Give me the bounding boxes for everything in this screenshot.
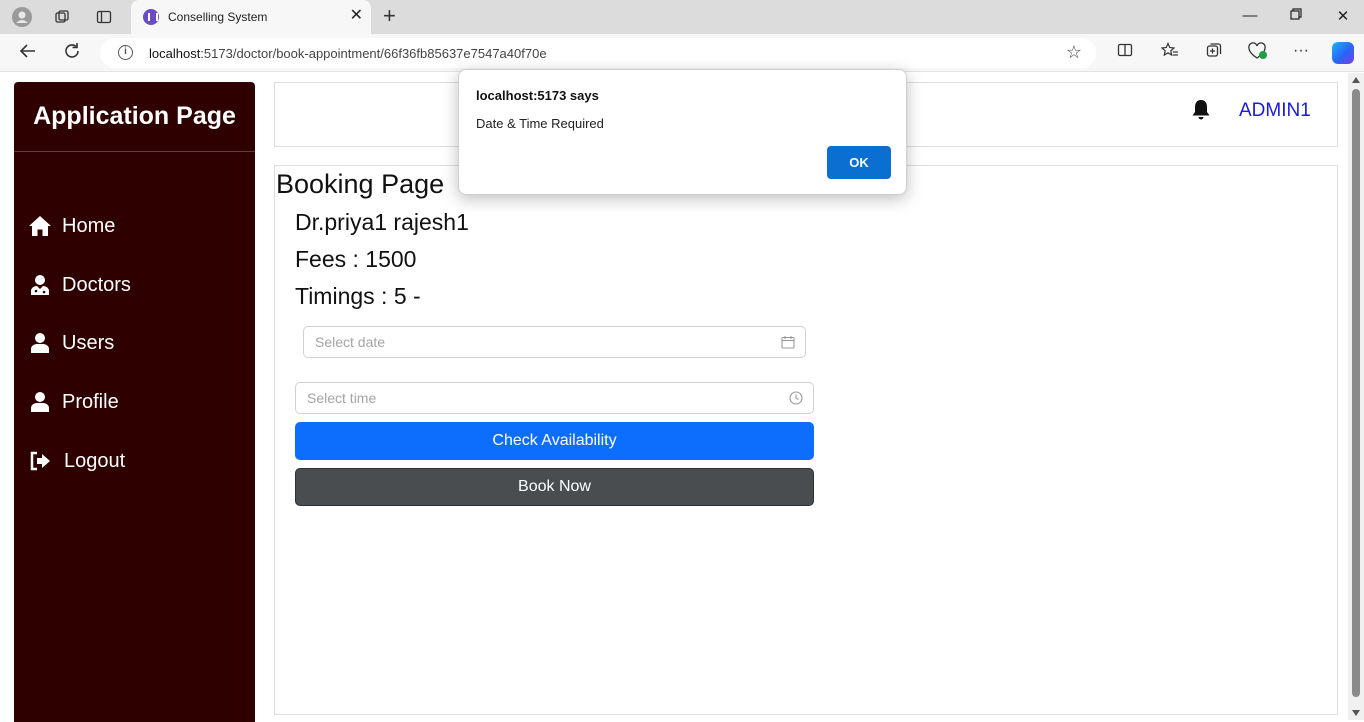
restore-icon[interactable]	[1286, 7, 1306, 24]
sidebar-item-profile[interactable]: Profile	[14, 382, 255, 422]
back-icon[interactable]	[17, 42, 39, 64]
sidebar-item-home[interactable]: Home	[14, 206, 255, 246]
home-icon	[28, 214, 52, 238]
page-title: Booking Page	[276, 169, 445, 199]
url-path: :5173/doctor/book-appointment/66f36fb856…	[200, 46, 547, 61]
reload-icon[interactable]	[61, 42, 83, 64]
close-window-icon[interactable]: ✕	[1333, 7, 1353, 25]
user-icon	[28, 390, 52, 414]
alert-dialog: localhost:5173 says Date & Time Required…	[458, 69, 907, 195]
browser-tab-strip: Conselling System ✕ + — ✕	[0, 0, 1364, 34]
collections-icon[interactable]	[1203, 42, 1225, 63]
scroll-up-arrow-icon[interactable]	[1352, 77, 1360, 83]
book-now-button[interactable]: Book Now	[295, 468, 814, 506]
date-picker[interactable]	[303, 326, 806, 358]
sidebar-item-logout[interactable]: Logout	[14, 441, 255, 481]
doctor-icon	[28, 273, 52, 297]
sidebar-item-label: Profile	[62, 390, 119, 413]
doctor-name: Dr.priya1 rajesh1	[295, 209, 469, 235]
sidebar-brand: Application Page	[14, 82, 255, 152]
tab-title: Conselling System	[168, 10, 268, 24]
address-bar[interactable]: i localhost:5173/doctor/book-appointment…	[100, 38, 1096, 68]
dialog-ok-button[interactable]: OK	[827, 146, 891, 179]
more-options-icon[interactable]: ···	[1290, 42, 1312, 60]
sidebar-item-label: Users	[62, 331, 115, 354]
tab-actions-icon[interactable]	[93, 6, 115, 28]
browser-tab[interactable]: Conselling System ✕	[131, 0, 371, 34]
new-tab-icon[interactable]: +	[383, 5, 396, 27]
scrollbar-thumb[interactable]	[1352, 89, 1360, 697]
favorite-star-icon[interactable]: ☆	[1066, 42, 1082, 63]
browser-toolbar: i localhost:5173/doctor/book-appointment…	[0, 34, 1364, 72]
split-screen-icon[interactable]	[1114, 42, 1136, 63]
sidebar-item-doctors[interactable]: Doctors	[14, 265, 255, 305]
logout-icon	[28, 449, 52, 473]
time-picker[interactable]	[295, 382, 814, 414]
scroll-down-arrow-icon[interactable]	[1352, 710, 1360, 716]
dialog-message: Date & Time Required	[476, 116, 604, 131]
browser-essentials-icon[interactable]	[1247, 42, 1269, 65]
calendar-icon	[781, 335, 795, 349]
workspaces-icon[interactable]	[51, 6, 73, 28]
time-input[interactable]	[296, 383, 813, 413]
sidebar-item-users[interactable]: Users	[14, 323, 255, 363]
check-availability-button[interactable]: Check Availability	[295, 422, 814, 460]
favorites-icon[interactable]	[1159, 42, 1181, 63]
doctor-fees: Fees : 1500	[295, 246, 417, 272]
clock-icon	[789, 391, 803, 405]
app-favicon-icon	[143, 9, 159, 25]
page-scrollbar[interactable]	[1348, 73, 1364, 720]
user-icon	[28, 331, 52, 355]
booking-panel: Booking Page Dr.priya1 rajesh1 Fees : 15…	[274, 165, 1338, 715]
dialog-title: localhost:5173 says	[476, 88, 599, 103]
sidebar-item-label: Doctors	[62, 273, 131, 296]
sidebar-item-label: Home	[62, 214, 116, 237]
copilot-icon[interactable]	[1332, 42, 1354, 64]
date-input[interactable]	[304, 327, 805, 357]
username-link[interactable]: ADMIN1	[1239, 100, 1311, 122]
profile-icon[interactable]	[11, 6, 33, 28]
site-info-icon[interactable]: i	[118, 45, 133, 60]
doctor-timings: Timings : 5 -	[295, 283, 421, 309]
close-tab-icon[interactable]: ✕	[350, 8, 363, 24]
url-text: localhost:5173/doctor/book-appointment/6…	[149, 46, 547, 61]
url-host: localhost	[149, 46, 201, 61]
minimize-icon[interactable]: —	[1240, 7, 1260, 24]
notification-bell-icon[interactable]	[1191, 99, 1211, 121]
sidebar-item-label: Logout	[64, 449, 126, 472]
sidebar: Application Page Home Doctors Users Prof…	[14, 82, 255, 722]
